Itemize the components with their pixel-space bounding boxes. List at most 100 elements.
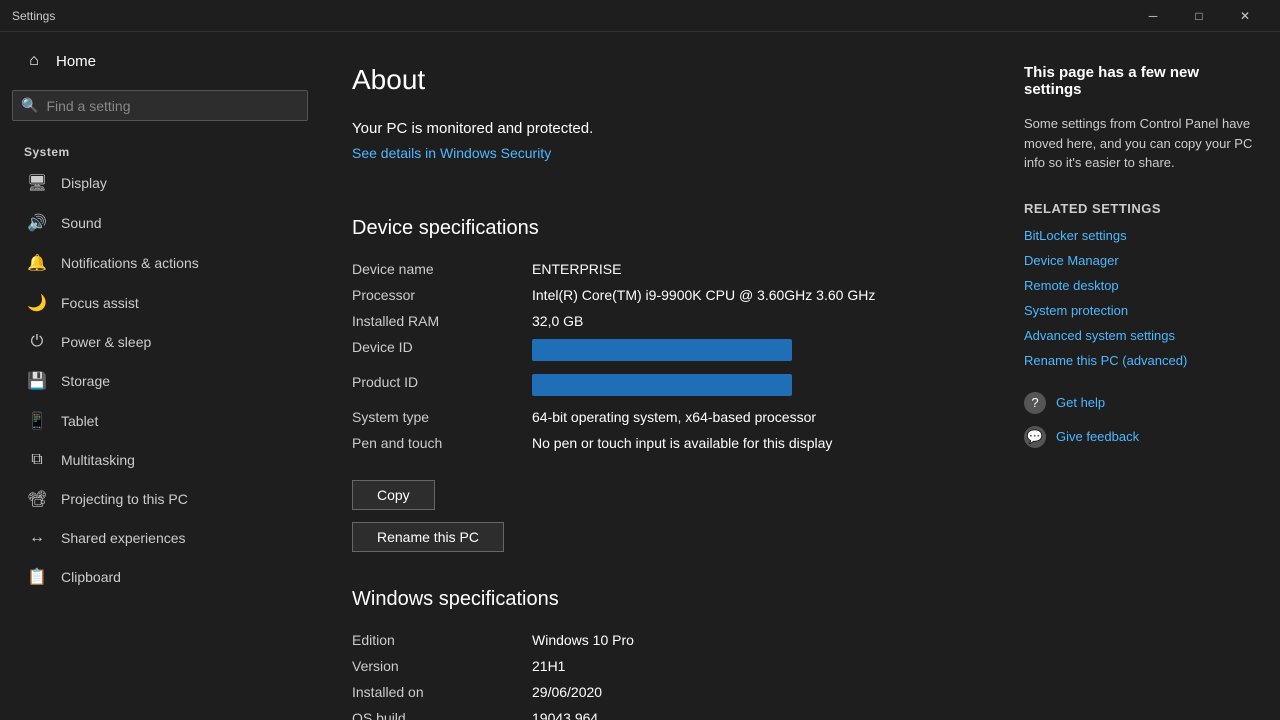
sidebar-item-display[interactable]: 🖥 Display <box>0 163 320 203</box>
windows-specs-table: Edition Windows 10 Pro Version 21H1 Inst… <box>352 627 952 720</box>
minimize-button[interactable]: ─ <box>1130 0 1176 32</box>
app-body: ⌂ Home 🔍 System 🖥 Display 🔊 Sound 🔔 Noti… <box>0 32 1280 720</box>
sound-icon: 🔊 <box>27 213 47 233</box>
give-feedback-link[interactable]: Give feedback <box>1056 429 1139 444</box>
sidebar-item-sound[interactable]: 🔊 Sound <box>0 203 320 243</box>
spec-label: Version <box>352 653 532 679</box>
spec-value: Intel(R) Core(TM) i9-9900K CPU @ 3.60GHz… <box>532 282 952 308</box>
main-content: About Your PC is monitored and protected… <box>320 32 1000 720</box>
spec-label: Processor <box>352 282 532 308</box>
sidebar-item-multitasking-label: Multitasking <box>61 452 135 468</box>
spec-label: Installed RAM <box>352 308 532 334</box>
sidebar-item-shared-label: Shared experiences <box>61 530 186 546</box>
rename-advanced-link[interactable]: Rename this PC (advanced) <box>1024 353 1256 368</box>
spec-value: 32,0 GB <box>532 308 952 334</box>
sidebar-item-projecting[interactable]: 📽 Projecting to this PC <box>0 479 320 519</box>
page-title: About <box>352 64 952 96</box>
get-help-link[interactable]: Get help <box>1056 395 1105 410</box>
home-icon: ⌂ <box>24 52 44 70</box>
table-row-device-id: Device ID <box>352 334 952 369</box>
copy-button[interactable]: Copy <box>352 480 435 510</box>
sidebar-item-multitasking[interactable]: ⧉ Multitasking <box>0 441 320 479</box>
sidebar-item-home[interactable]: ⌂ Home <box>0 40 320 82</box>
search-box[interactable]: 🔍 <box>12 90 308 121</box>
spec-value: No pen or touch input is available for t… <box>532 430 952 456</box>
give-feedback-item[interactable]: 💬 Give feedback <box>1024 426 1256 448</box>
maximize-button[interactable]: □ <box>1176 0 1222 32</box>
sidebar-item-sound-label: Sound <box>61 215 101 231</box>
spec-label: Pen and touch <box>352 430 532 456</box>
sidebar-item-notifications-label: Notifications & actions <box>61 255 199 271</box>
get-help-icon: ? <box>1024 392 1046 414</box>
table-row: System type 64-bit operating system, x64… <box>352 404 952 430</box>
spec-value: 21H1 <box>532 653 952 679</box>
table-row: Pen and touch No pen or touch input is a… <box>352 430 952 456</box>
new-settings-desc: Some settings from Control Panel have mo… <box>1024 114 1256 173</box>
system-protection-link[interactable]: System protection <box>1024 303 1256 318</box>
close-button[interactable]: ✕ <box>1222 0 1268 32</box>
display-icon: 🖥 <box>27 173 47 193</box>
sidebar-home-label: Home <box>56 53 96 70</box>
table-row: Installed RAM 32,0 GB <box>352 308 952 334</box>
storage-icon: 💾 <box>27 371 47 391</box>
focus-icon: 🌙 <box>27 293 47 313</box>
table-row: Processor Intel(R) Core(TM) i9-9900K CPU… <box>352 282 952 308</box>
rename-button[interactable]: Rename this PC <box>352 522 504 552</box>
new-settings-title: This page has a few new settings <box>1024 64 1256 98</box>
spec-value: ENTERPRISE <box>532 256 952 282</box>
related-settings-title: Related settings <box>1024 201 1256 216</box>
sidebar-item-shared[interactable]: ↔ Shared experiences <box>0 519 320 557</box>
sidebar-item-projecting-label: Projecting to this PC <box>61 491 188 507</box>
sidebar-item-storage-label: Storage <box>61 373 110 389</box>
table-row: Installed on 29/06/2020 <box>352 679 952 705</box>
product-id-bar <box>532 374 792 396</box>
shared-icon: ↔ <box>27 529 47 547</box>
notifications-icon: 🔔 <box>27 253 47 273</box>
action-buttons: Copy Rename this PC <box>352 464 952 560</box>
spec-label: Product ID <box>352 369 532 404</box>
sidebar-item-clipboard-label: Clipboard <box>61 569 121 585</box>
spec-label: Installed on <box>352 679 532 705</box>
sidebar-item-display-label: Display <box>61 175 107 191</box>
spec-label: Edition <box>352 627 532 653</box>
table-row: OS build 19043.964 <box>352 705 952 720</box>
sidebar-item-storage[interactable]: 💾 Storage <box>0 361 320 401</box>
help-section: ? Get help 💬 Give feedback <box>1024 392 1256 448</box>
sidebar-item-power-label: Power & sleep <box>61 334 151 350</box>
spec-value: 64-bit operating system, x64-based proce… <box>532 404 952 430</box>
sidebar: ⌂ Home 🔍 System 🖥 Display 🔊 Sound 🔔 Noti… <box>0 32 320 720</box>
give-feedback-icon: 💬 <box>1024 426 1046 448</box>
search-input[interactable] <box>46 98 299 114</box>
titlebar: Settings ─ □ ✕ <box>0 0 1280 32</box>
spec-label: System type <box>352 404 532 430</box>
spec-label: OS build <box>352 705 532 720</box>
spec-label: Device name <box>352 256 532 282</box>
power-icon: ⏻ <box>27 333 47 351</box>
advanced-system-link[interactable]: Advanced system settings <box>1024 328 1256 343</box>
search-icon: 🔍 <box>21 97 38 114</box>
sidebar-item-clipboard[interactable]: 📋 Clipboard <box>0 557 320 597</box>
spec-value: 19043.964 <box>532 705 952 720</box>
device-specs-title: Device specifications <box>352 217 952 240</box>
sidebar-item-power[interactable]: ⏻ Power & sleep <box>0 323 320 361</box>
tablet-icon: 📱 <box>27 411 47 431</box>
spec-value: Windows 10 Pro <box>532 627 952 653</box>
sidebar-item-tablet[interactable]: 📱 Tablet <box>0 401 320 441</box>
right-panel: This page has a few new settings Some se… <box>1000 32 1280 720</box>
sidebar-item-focus[interactable]: 🌙 Focus assist <box>0 283 320 323</box>
device-id-bar <box>532 339 792 361</box>
multitasking-icon: ⧉ <box>27 451 47 469</box>
device-manager-link[interactable]: Device Manager <box>1024 253 1256 268</box>
device-id-value <box>532 334 952 369</box>
sidebar-item-focus-label: Focus assist <box>61 295 139 311</box>
table-row-product-id: Product ID <box>352 369 952 404</box>
bitlocker-link[interactable]: BitLocker settings <box>1024 228 1256 243</box>
table-row: Device name ENTERPRISE <box>352 256 952 282</box>
clipboard-icon: 📋 <box>27 567 47 587</box>
get-help-item[interactable]: ? Get help <box>1024 392 1256 414</box>
remote-desktop-link[interactable]: Remote desktop <box>1024 278 1256 293</box>
security-link[interactable]: See details in Windows Security <box>352 145 551 161</box>
window-controls: ─ □ ✕ <box>1130 0 1268 32</box>
sidebar-item-notifications[interactable]: 🔔 Notifications & actions <box>0 243 320 283</box>
spec-label: Device ID <box>352 334 532 369</box>
